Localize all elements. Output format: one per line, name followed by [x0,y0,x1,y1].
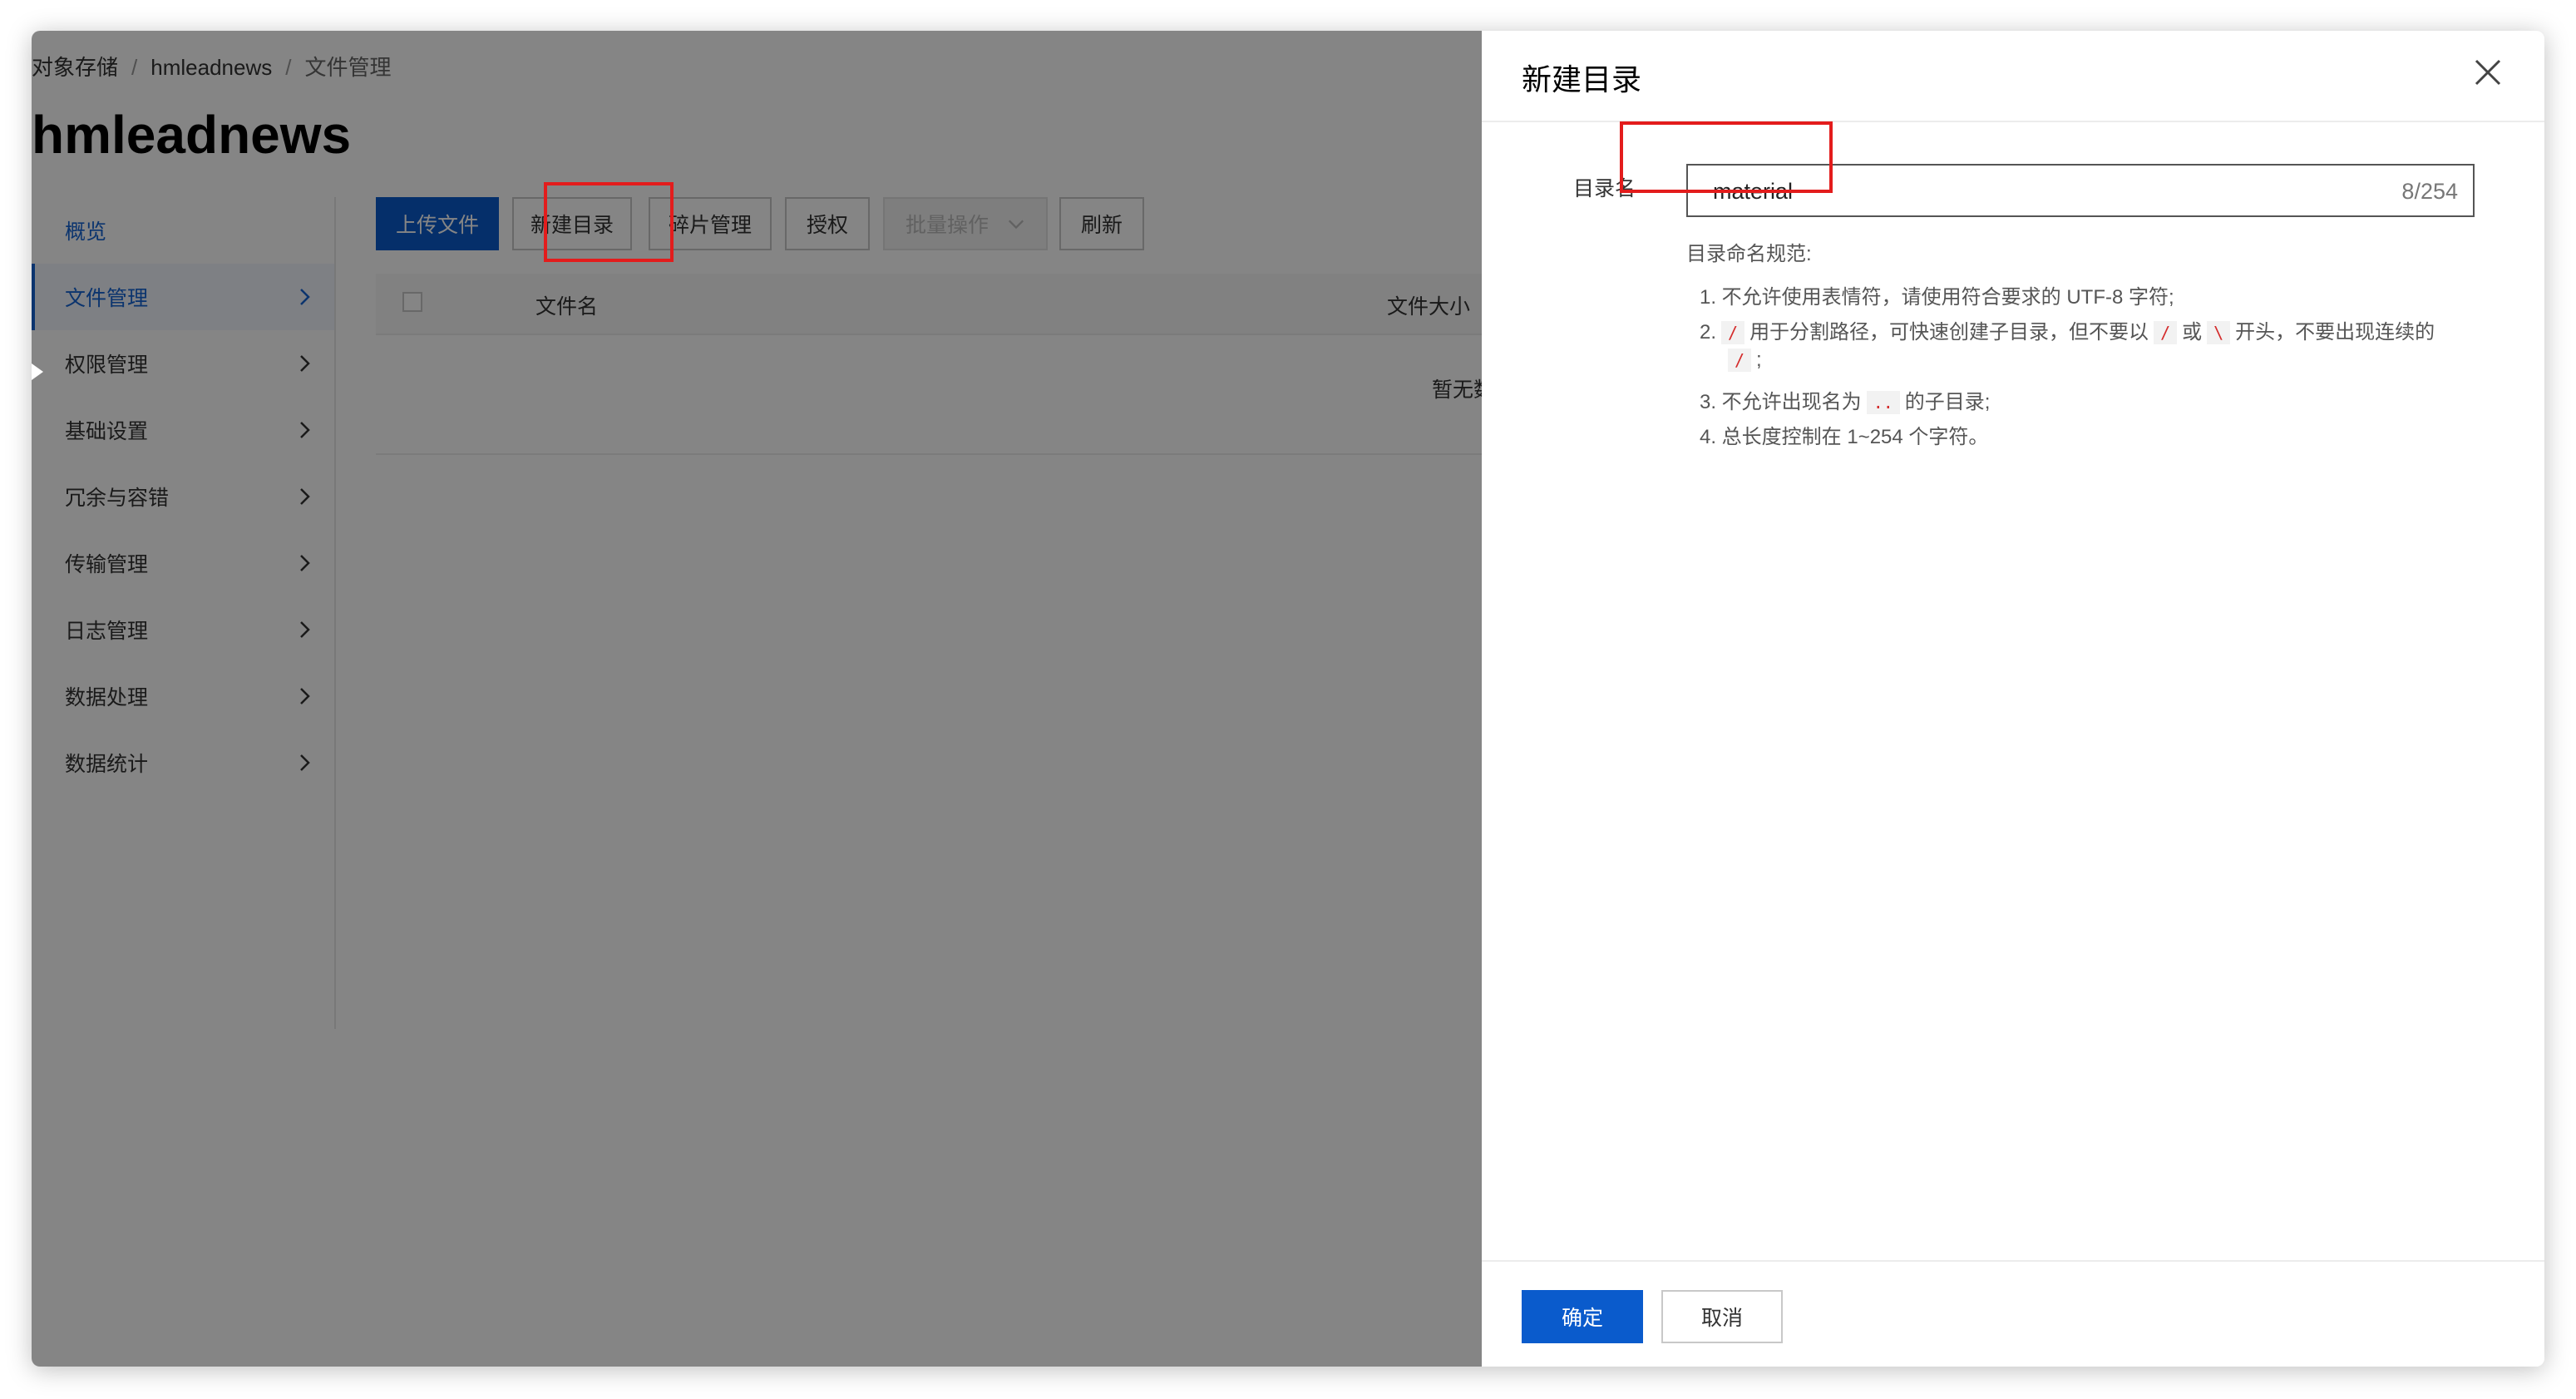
chevron-right-icon [300,688,310,704]
rule-number: 2. [1700,321,1717,344]
new-folder-drawer: 新建目录 目录名 material 8/254 目录命名规范: 1. 不允许使用… [1482,31,2544,1367]
code-slash: / [2154,321,2178,344]
page-title: hmleadnews [32,105,352,165]
upload-file-button[interactable]: 上传文件 [376,197,499,250]
table-empty-row: 暂无数据 [376,335,1515,455]
code-slash: / [1728,349,1752,372]
column-header-name[interactable]: 文件名 [535,290,598,320]
chevron-right-icon [300,422,310,438]
breadcrumb: 对象存储 / hmleadnews / 文件管理 [32,51,391,82]
code-dotdot: .. [1866,391,1900,414]
sidebar-item-permissions[interactable]: 权限管理 [32,330,334,397]
sidebar-item-label: 传输管理 [65,553,149,576]
table-header: 文件名 文件大小 [376,274,1482,335]
browser-window: 对象存储 / hmleadnews / 文件管理 hmleadnews 概览 文件管理 … [32,31,2544,1367]
drawer-footer: 确定 取消 [1482,1260,2544,1367]
drawer-title: 新建目录 [1522,62,1642,96]
naming-rule-2-continued: /; [1728,349,1762,372]
chevron-right-icon [300,555,310,571]
sidebar: 概览 文件管理 权限管理 基础设置 冗余与容错 传输管理 日志管理 数据处理 数… [32,197,336,1029]
char-counter: 8/254 [2401,179,2458,204]
code-backslash: \ [2207,321,2231,344]
breadcrumb-separator: / [131,55,138,80]
rule-text: 开头，不要出现连续的 [2235,321,2435,344]
sidebar-item-basic-settings[interactable]: 基础设置 [32,397,334,463]
close-icon[interactable] [2473,57,2503,87]
folder-name-input[interactable]: material 8/254 [1686,164,2475,217]
batch-operation-dropdown[interactable]: 批量操作 [883,197,1048,250]
naming-rule-4: 4. 总长度控制在 1~254 个字符。 [1700,426,1989,448]
sidebar-item-label: 日志管理 [65,620,149,643]
rule-text: ; [1756,349,1762,371]
breadcrumb-separator: / [285,55,292,80]
chevron-down-icon [1008,220,1024,230]
select-all-checkbox[interactable] [402,292,422,312]
breadcrumb-bucket[interactable]: hmleadnews [151,55,272,80]
rule-text: 的子目录; [1904,391,1991,413]
sidebar-item-label: 冗余与容错 [65,487,170,510]
sidebar-item-overview[interactable]: 概览 [32,197,334,264]
sidebar-item-statistics[interactable]: 数据统计 [32,729,334,796]
sidebar-item-label: 文件管理 [65,287,149,310]
code-slash: / [1721,321,1745,344]
chevron-right-icon [300,488,310,505]
authorize-button[interactable]: 授权 [785,197,870,250]
chevron-right-icon [300,289,310,305]
cancel-button[interactable]: 取消 [1661,1290,1783,1343]
rule-text: 3. 不允许出现名为 [1700,391,1862,413]
bucket-page: 对象存储 / hmleadnews / 文件管理 hmleadnews 概览 文件管理 … [32,31,1515,1367]
batch-operation-label: 批量操作 [905,214,989,237]
chevron-right-icon [300,621,310,638]
breadcrumb-current: 文件管理 [304,55,392,80]
sidebar-item-transfer[interactable]: 传输管理 [32,530,334,596]
sidebar-item-redundancy[interactable]: 冗余与容错 [32,463,334,530]
confirm-button[interactable]: 确定 [1522,1290,1643,1343]
folder-name-value: material [1713,179,1794,204]
naming-rule-1: 1. 不允许使用表情符，请使用符合要求的 UTF-8 字符; [1700,286,2174,309]
drawer-header: 新建目录 [1482,31,2544,122]
sidebar-item-file-management[interactable]: 文件管理 [32,264,334,330]
naming-rules-title: 目录命名规范: [1686,243,1812,265]
sidebar-item-data-processing[interactable]: 数据处理 [32,663,334,729]
naming-rule-3: 3. 不允许出现名为.. 的子目录; [1700,385,1990,414]
sidebar-item-label: 权限管理 [65,353,149,377]
rule-text: 或 [2182,321,2203,344]
chevron-right-icon [300,355,310,372]
naming-rule-2: 2. / 用于分割路径，可快速创建子目录，但不要以 / 或 \ 开头，不要出现连续的 [1700,315,2435,344]
refresh-button[interactable]: 刷新 [1059,197,1144,250]
breadcrumb-root[interactable]: 对象存储 [32,55,118,80]
fragment-management-button[interactable]: 碎片管理 [649,197,772,250]
sidebar-item-label: 基础设置 [65,420,149,443]
rule-text: 用于分割路径，可快速创建子目录，但不要以 [1749,321,2149,344]
sidebar-item-label: 数据统计 [65,753,149,776]
sidebar-item-label: 概览 [65,220,107,244]
new-folder-button[interactable]: 新建目录 [512,197,632,250]
folder-name-label: 目录名 [1573,177,1636,200]
sidebar-item-label: 数据处理 [65,686,149,709]
column-header-size[interactable]: 文件大小 [1387,290,1470,320]
sidebar-item-logs[interactable]: 日志管理 [32,596,334,663]
chevron-right-icon [300,754,310,771]
